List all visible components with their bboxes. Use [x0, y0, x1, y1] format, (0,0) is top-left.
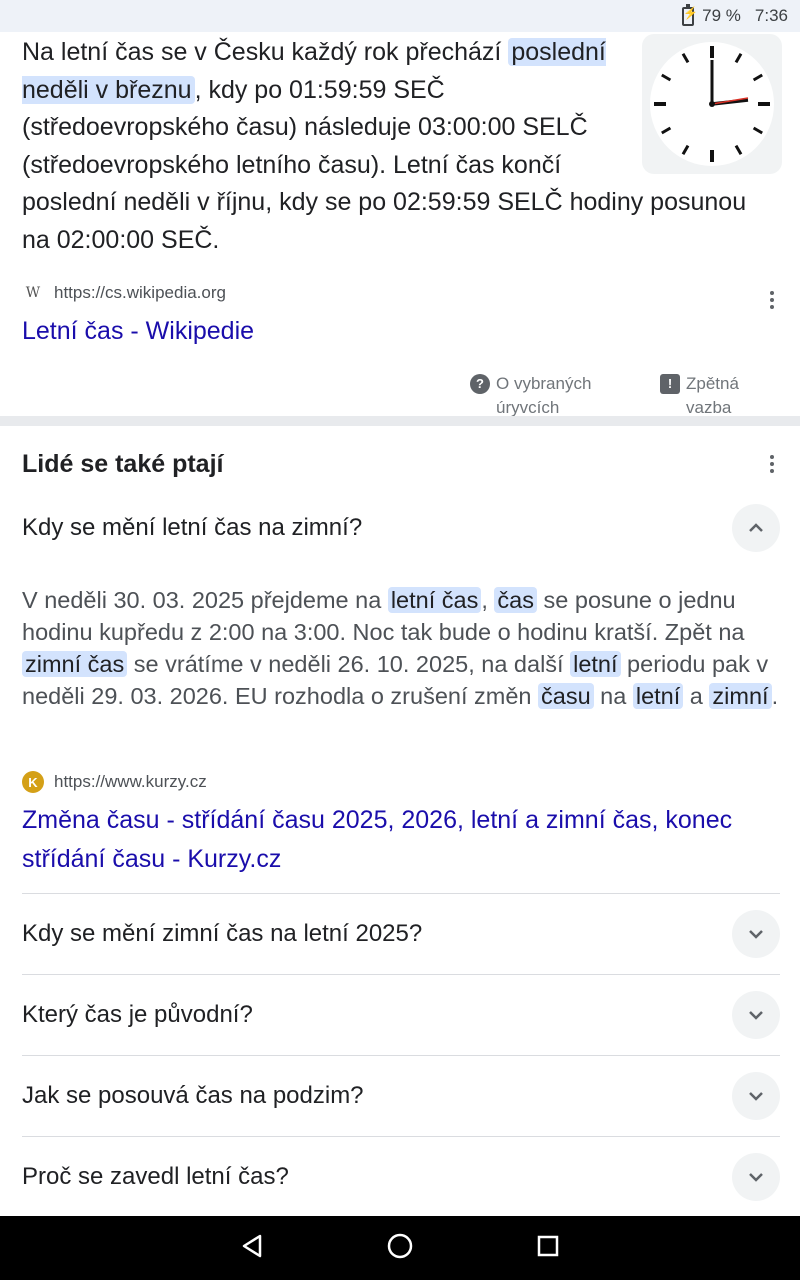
answer-text: a — [683, 683, 710, 709]
paa-question[interactable]: Kdy se mění zimní čas na letní 2025? — [22, 893, 780, 973]
about-snippets-button[interactable]: ? O vybraných úryvcích — [470, 372, 640, 420]
answer-text: na — [593, 683, 633, 709]
paa-question[interactable]: Proč se zavedl letní čas? — [22, 1136, 780, 1216]
clock-image[interactable] — [642, 34, 782, 174]
battery-icon — [682, 3, 698, 26]
question-label: Kdy se mění letní čas na zimní? — [22, 514, 363, 541]
chevron-down-icon[interactable] — [732, 990, 780, 1039]
answer-highlight: letní — [632, 683, 684, 709]
clock-time: 7:36 — [754, 6, 788, 25]
result-link-kurzy[interactable]: Změna času - střídání času 2025, 2026, l… — [22, 801, 762, 879]
question-label: Proč se zavedl letní čas? — [22, 1162, 289, 1190]
paa-question[interactable]: Jak se posouvá čas na podzim? — [22, 1055, 780, 1135]
answer-highlight: času — [538, 683, 594, 709]
back-icon[interactable] — [238, 1232, 266, 1265]
answer-highlight: letní čas — [387, 587, 482, 613]
feedback-label: Zpětná vazba — [686, 374, 739, 417]
answer-text: V neděli 30. 03. 2025 přejdeme na — [22, 587, 388, 613]
paa-title: Lidé se také ptají — [22, 450, 224, 478]
feedback-icon: ! — [660, 374, 680, 394]
source-url: https://www.kurzy.cz — [54, 772, 207, 791]
battery-percentage: 79 % — [702, 6, 741, 25]
source-url: https://cs.wikipedia.org — [54, 283, 226, 302]
answer-text: , — [481, 587, 495, 613]
paa-question-expanded[interactable]: Kdy se mění letní čas na zimní? — [22, 488, 780, 568]
source-wikipedia[interactable]: W https://cs.wikipedia.org — [22, 282, 226, 304]
help-icon: ? — [470, 374, 490, 394]
answer-text: . — [771, 683, 779, 709]
answer-highlight: zimní — [709, 683, 772, 709]
paa-answer: V neděli 30. 03. 2025 přejdeme na letní … — [22, 584, 782, 712]
status-bar: 79 % 7:36 — [0, 0, 800, 32]
chevron-down-icon[interactable] — [732, 909, 780, 958]
paa-question[interactable]: Který čas je původní? — [22, 974, 780, 1054]
kurzy-icon: K — [22, 771, 44, 793]
chevron-down-icon[interactable] — [732, 1152, 780, 1201]
answer-text: se vrátíme v neděli 26. 10. 2025, na dal… — [127, 651, 571, 677]
question-label: Kdy se mění zimní čas na letní 2025? — [22, 919, 423, 947]
result-link-wikipedia[interactable]: Letní čas - Wikipedie — [22, 312, 254, 351]
snippet-part-1: Na letní čas se v Česku každý rok přechá… — [22, 38, 509, 66]
home-icon[interactable] — [386, 1232, 414, 1265]
answer-highlight: letní — [570, 651, 621, 677]
answer-highlight: čas — [494, 587, 537, 613]
wikipedia-icon: W — [25, 285, 41, 301]
source-kurzy[interactable]: K https://www.kurzy.cz — [22, 771, 207, 793]
answer-highlight: zimní čas — [22, 651, 128, 677]
featured-snippet-text: Na letní čas se v Česku každý rok přechá… — [22, 34, 782, 260]
question-label: Jak se posouvá čas na podzim? — [22, 1081, 364, 1109]
paa-more-options-icon[interactable] — [760, 452, 784, 476]
navigation-bar — [0, 1216, 800, 1280]
feedback-button[interactable]: ! Zpětná vazba — [660, 372, 770, 420]
clock-icon — [650, 42, 774, 166]
question-label: Který čas je původní? — [22, 1000, 253, 1028]
chevron-up-icon[interactable] — [732, 504, 780, 552]
section-divider — [0, 416, 800, 426]
chevron-down-icon[interactable] — [732, 1071, 780, 1120]
more-options-icon[interactable] — [760, 288, 784, 312]
recents-icon[interactable] — [534, 1232, 562, 1265]
about-snippets-label: O vybraných úryvcích — [496, 374, 592, 417]
